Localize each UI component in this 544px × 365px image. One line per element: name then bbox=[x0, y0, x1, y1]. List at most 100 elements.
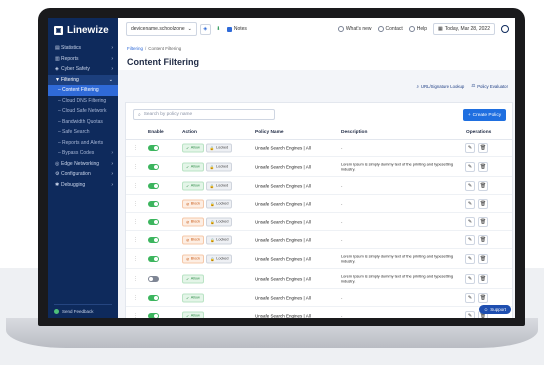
search-input[interactable]: ⌕ Search by policy name bbox=[133, 109, 275, 120]
toggle-knob bbox=[154, 145, 158, 150]
delete-button[interactable]: 🗑 bbox=[478, 273, 488, 284]
sidebar-item-debugging[interactable]: ✱ Debugging › bbox=[48, 180, 118, 191]
drag-handle-icon[interactable]: ⋮ bbox=[133, 201, 138, 207]
block-icon: ⊘ bbox=[186, 202, 190, 206]
sidebar-item-bandwidth-quotas[interactable]: –Bandwidth Quotas bbox=[48, 117, 118, 128]
edit-button[interactable]: ✎ bbox=[465, 161, 475, 172]
edit-button[interactable]: ✎ bbox=[465, 253, 475, 264]
drag-handle-icon[interactable]: ⋮ bbox=[133, 295, 138, 301]
sidebar-item-cloud-safe-network[interactable]: –Cloud Safe Network bbox=[48, 106, 118, 117]
policy-name[interactable]: Unsafe Search Engines | All bbox=[255, 256, 311, 261]
shield-button[interactable]: ◈ bbox=[199, 23, 211, 35]
notes-toggle[interactable]: Notes bbox=[226, 26, 247, 32]
edit-button[interactable]: ✎ bbox=[465, 273, 475, 284]
sidebar-item-label: Content Filtering bbox=[62, 87, 99, 94]
drag-handle-icon[interactable]: ⋮ bbox=[133, 313, 138, 319]
edit-button[interactable]: ✎ bbox=[465, 142, 475, 153]
drag-handle-icon[interactable]: ⋮ bbox=[133, 237, 138, 243]
sidebar-item-filtering[interactable]: ▼Filtering ⌄ bbox=[48, 74, 118, 85]
drag-handle-icon[interactable]: ⋮ bbox=[133, 164, 138, 170]
enable-toggle[interactable] bbox=[148, 182, 159, 189]
drag-handle-icon[interactable]: ⋮ bbox=[133, 145, 138, 151]
action-badge: ✓ Allow bbox=[182, 311, 204, 318]
policy-name[interactable]: Unsafe Search Engines | All bbox=[255, 183, 311, 188]
help-link[interactable]: Help bbox=[408, 26, 427, 32]
edit-button[interactable]: ✎ bbox=[465, 234, 475, 245]
device-select[interactable]: devicename.schoolzone ⌄ bbox=[126, 22, 197, 36]
date-display[interactable]: ▦ Today, Mar 28, 2022 bbox=[433, 23, 495, 35]
sidebar-item-content-filtering[interactable]: –Content Filtering bbox=[48, 85, 118, 96]
edit-button[interactable]: ✎ bbox=[465, 310, 475, 318]
lock-icon: 🔒 bbox=[209, 257, 215, 261]
delete-button[interactable]: 🗑 bbox=[478, 292, 488, 303]
url-lookup-link[interactable]: ⌕ URL/Signature Lookup bbox=[416, 83, 464, 89]
policy-name[interactable]: Unsafe Search Engines | All bbox=[255, 276, 311, 281]
drag-handle-icon[interactable]: ⋮ bbox=[133, 219, 138, 225]
edit-button[interactable]: ✎ bbox=[465, 198, 475, 209]
policy-name[interactable]: Unsafe Search Engines | All bbox=[255, 201, 311, 206]
app-logo[interactable]: ▣ Linewize bbox=[48, 18, 118, 43]
row-operations: ✎ 🗑 bbox=[465, 180, 488, 191]
policy-name[interactable]: Unsafe Search Engines | All bbox=[255, 219, 311, 224]
user-icon[interactable] bbox=[501, 25, 509, 33]
create-policy-button[interactable]: + Create Policy bbox=[463, 109, 506, 121]
check-icon: ✓ bbox=[186, 277, 190, 281]
enable-toggle[interactable] bbox=[148, 255, 159, 262]
sidebar-item-cyber-safety[interactable]: ◈ Cyber Safety › bbox=[48, 64, 118, 75]
enable-toggle[interactable] bbox=[148, 236, 159, 243]
enable-toggle[interactable] bbox=[148, 163, 159, 170]
whats-new-link[interactable]: What's new bbox=[337, 26, 372, 32]
policy-name[interactable]: Unsafe Search Engines | All bbox=[255, 164, 311, 169]
support-button[interactable]: ☺ Support bbox=[478, 305, 511, 314]
enable-toggle[interactable] bbox=[148, 200, 159, 207]
delete-button[interactable]: 🗑 bbox=[478, 198, 488, 209]
enable-toggle[interactable] bbox=[148, 294, 159, 301]
locked-label: Locked bbox=[216, 256, 229, 261]
policy-name[interactable]: Unsafe Search Engines | All bbox=[255, 237, 311, 242]
check-icon: ✓ bbox=[186, 184, 190, 188]
sidebar-item-edge-networking[interactable]: ◎ Edge Networking › bbox=[48, 159, 118, 170]
policy-name[interactable]: Unsafe Search Engines | All bbox=[255, 295, 311, 300]
sidebar-item-statistics[interactable]: ▤Statistics › bbox=[48, 43, 118, 54]
enable-toggle[interactable] bbox=[148, 144, 159, 151]
policy-name[interactable]: Unsafe Search Engines | All bbox=[255, 313, 311, 318]
contact-link[interactable]: Contact bbox=[377, 26, 403, 32]
delete-button[interactable]: 🗑 bbox=[478, 216, 488, 227]
delete-button[interactable]: 🗑 bbox=[478, 161, 488, 172]
enable-toggle[interactable] bbox=[148, 312, 159, 318]
drag-handle-icon[interactable]: ⋮ bbox=[133, 256, 138, 262]
sidebar-item-reports[interactable]: ▥Reports › bbox=[48, 54, 118, 65]
sidebar-item-reports-and-alerts[interactable]: –Reports and Alerts bbox=[48, 138, 118, 149]
edit-button[interactable]: ✎ bbox=[465, 180, 475, 191]
delete-button[interactable]: 🗑 bbox=[478, 253, 488, 264]
check-icon: ✓ bbox=[186, 296, 190, 300]
delete-button[interactable]: 🗑 bbox=[478, 180, 488, 191]
enable-toggle[interactable] bbox=[148, 218, 159, 225]
table-row: ⋮ ⊘ Block 🔒 Locked Unsafe Search Engines | Al… bbox=[126, 231, 512, 249]
sidebar-item-bypass-codes[interactable]: –Bypass Codes › bbox=[48, 148, 118, 159]
policy-description: Lorem Ipsum is simply dummy text of the … bbox=[341, 273, 454, 284]
sidebar-item-label: Bypass Codes bbox=[62, 150, 95, 157]
sidebar-item-label: Reports and Alerts bbox=[62, 139, 104, 146]
drag-handle-icon[interactable]: ⋮ bbox=[133, 276, 138, 282]
pencil-icon: ✎ bbox=[467, 236, 473, 243]
sidebar-item-cloud-dns-filtering[interactable]: –Cloud DNS Filtering bbox=[48, 96, 118, 107]
policy-evaluator-link[interactable]: ⚖ Policy Evaluator bbox=[471, 83, 508, 89]
download-button[interactable]: ⬇ bbox=[214, 25, 223, 34]
policy-name[interactable]: Unsafe Search Engines | All bbox=[255, 145, 311, 150]
toggle-knob bbox=[154, 183, 158, 188]
table-row: ⋮ ✓ Allow 🔒 Locked Unsafe Search Engines | Al… bbox=[126, 139, 512, 157]
edit-button[interactable]: ✎ bbox=[465, 292, 475, 303]
tool-links: ⌕ URL/Signature Lookup ⚖ Policy Evaluator bbox=[416, 83, 508, 89]
send-feedback[interactable]: Send Feedback bbox=[54, 304, 112, 314]
logo-icon: ▣ bbox=[54, 26, 63, 35]
sidebar-item-safe-search[interactable]: –Safe Search bbox=[48, 127, 118, 138]
breadcrumb-root[interactable]: Filtering bbox=[127, 46, 143, 51]
download-icon: ⬇ bbox=[216, 26, 221, 32]
sidebar-item-configuration[interactable]: ⚙ Configuration › bbox=[48, 169, 118, 180]
edit-button[interactable]: ✎ bbox=[465, 216, 475, 227]
drag-handle-icon[interactable]: ⋮ bbox=[133, 183, 138, 189]
delete-button[interactable]: 🗑 bbox=[478, 234, 488, 245]
delete-button[interactable]: 🗑 bbox=[478, 142, 488, 153]
enable-toggle[interactable] bbox=[148, 275, 159, 282]
